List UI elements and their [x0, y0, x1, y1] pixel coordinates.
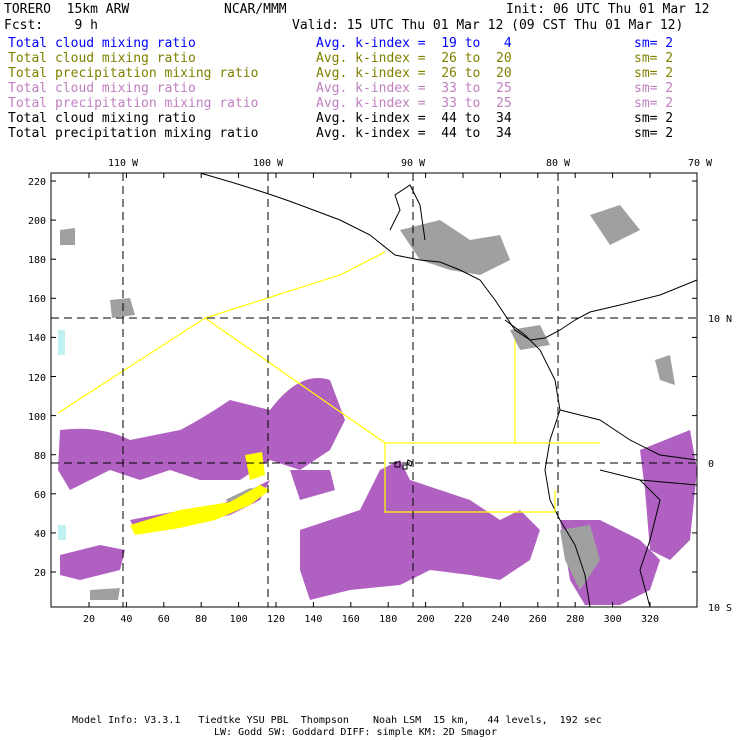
- precip-area: [290, 460, 540, 600]
- x-grid-label: 120: [266, 614, 286, 625]
- x-grid-label: 20: [82, 614, 96, 625]
- x-grid-label: 100: [229, 614, 248, 625]
- y-grid-label: 80: [33, 450, 46, 462]
- y-grid-label: 60: [33, 489, 46, 501]
- lon-label: 100 W: [252, 158, 284, 169]
- x-grid-label: 280: [566, 614, 585, 625]
- lon-label: 70 W: [687, 158, 713, 169]
- weather-map-page: TORERO 15km ARW NCAR/MMM Init: 06 UTC Th…: [0, 0, 740, 740]
- x-grid-label: 60: [157, 614, 170, 625]
- y-grid-label: 200: [27, 216, 46, 228]
- x-grid-label: 260: [528, 614, 547, 625]
- lat-label: 10 S: [708, 603, 733, 614]
- x-grid-label: 220: [453, 614, 473, 625]
- y-grid-label: 120: [27, 372, 46, 384]
- lat-label: 10 N: [708, 314, 733, 325]
- x-grid-label: 180: [379, 614, 398, 625]
- model-info-line2: LW: Godd SW: Goddard DIFF: simple KM: 2D…: [214, 727, 497, 738]
- x-grid-label: 40: [120, 614, 133, 625]
- lat-label: 0: [708, 459, 715, 470]
- map-plot: [50, 172, 698, 608]
- lon-label: 110 W: [107, 158, 139, 169]
- cloud-precip-fields: [58, 205, 697, 605]
- x-grid-label: 200: [416, 614, 435, 625]
- x-grid-label: 320: [640, 614, 660, 625]
- x-grid-label: 160: [341, 614, 360, 625]
- x-grid-label: 140: [304, 614, 323, 625]
- y-grid-label: 140: [27, 333, 46, 345]
- x-grid-label: 240: [491, 614, 510, 625]
- y-grid-label: 20: [33, 568, 46, 579]
- y-grid-label: 180: [27, 255, 46, 267]
- y-grid-label: 100: [27, 411, 46, 423]
- precip-area: [60, 545, 125, 580]
- x-grid-label: 300: [603, 614, 622, 625]
- y-grid-label: 220: [27, 177, 46, 188]
- lon-label: 80 W: [545, 158, 571, 169]
- x-grid-label: 80: [195, 614, 208, 625]
- lon-label: 90 W: [400, 158, 426, 169]
- y-grid-label: 40: [33, 528, 46, 540]
- y-grid-label: 160: [27, 294, 46, 306]
